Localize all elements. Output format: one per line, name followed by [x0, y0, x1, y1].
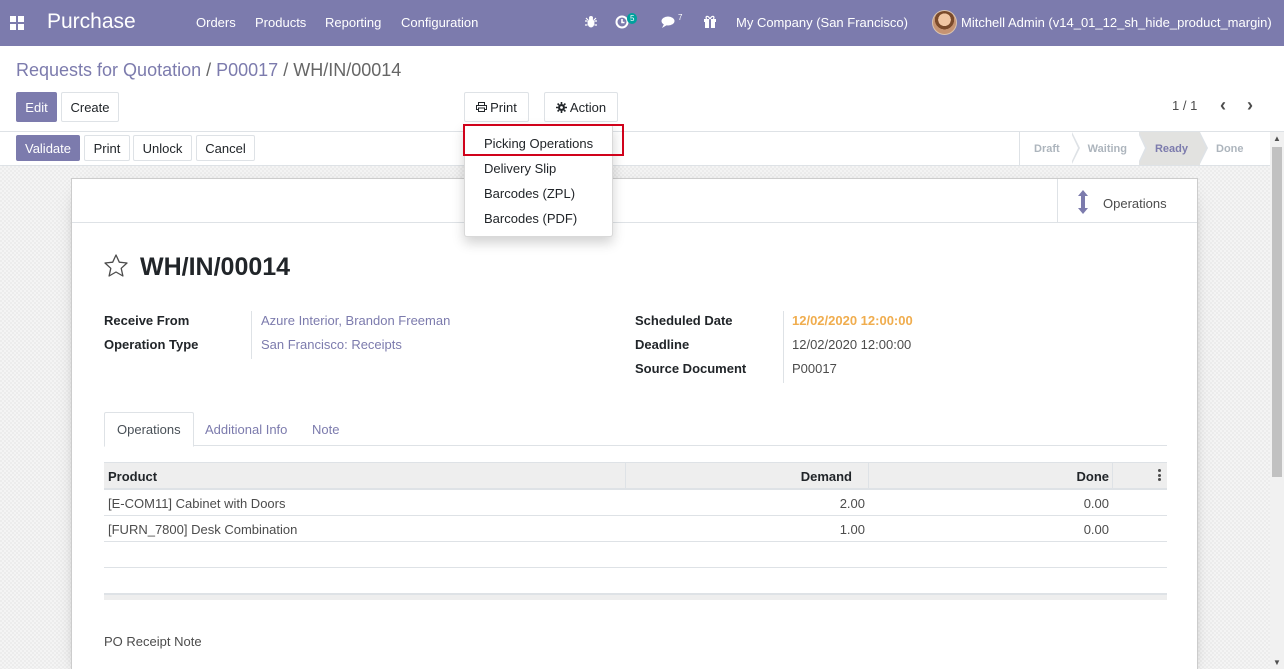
messages-icon[interactable] — [661, 16, 675, 28]
action-menu-button[interactable]: Action — [544, 92, 618, 122]
operations-smart-button[interactable]: Operations — [1057, 179, 1197, 223]
column-product[interactable]: Product — [108, 469, 157, 484]
row-demand: 2.00 — [839, 496, 865, 511]
deadline-label: Deadline — [635, 337, 690, 352]
user-menu[interactable]: Mitchell Admin (v14_01_12_sh_hide_produc… — [961, 15, 1272, 30]
scheduled-date-value: 12/02/2020 12:00:00 — [792, 313, 913, 328]
scroll-up-icon[interactable]: ▲ — [1273, 134, 1281, 143]
edit-button[interactable]: Edit — [16, 92, 57, 122]
menu-item-barcodes-zpl[interactable]: Barcodes (ZPL) — [465, 181, 612, 206]
table-empty-row — [104, 568, 1167, 594]
notebook-tabs: Operations Additional Info Note — [104, 412, 1167, 447]
action-menu-label: Action — [569, 99, 607, 115]
optional-columns-icon[interactable] — [1158, 469, 1161, 481]
create-button[interactable]: Create — [61, 92, 119, 122]
up-down-arrow-icon — [1078, 190, 1088, 214]
table-row[interactable]: [FURN_7800] Desk Combination 1.00 0.00 — [104, 516, 1167, 542]
pager-value[interactable]: 1 / 1 — [1172, 98, 1197, 113]
breadcrumb-current: WH/IN/00014 — [293, 60, 402, 80]
star-icon[interactable] — [103, 253, 129, 279]
message-count: 7 — [678, 13, 683, 22]
stage-label: Draft — [1034, 142, 1060, 155]
scroll-down-icon[interactable]: ▼ — [1273, 658, 1281, 667]
activity-count-badge: 5 — [627, 13, 638, 24]
unlock-button[interactable]: Unlock — [133, 135, 192, 161]
field-divider — [783, 311, 784, 383]
stage-waiting[interactable]: Waiting — [1072, 132, 1147, 165]
receive-from-value[interactable]: Azure Interior, Brandon Freeman — [261, 313, 450, 328]
tab-operations[interactable]: Operations — [104, 412, 194, 447]
breadcrumb-separator: / — [206, 60, 212, 80]
scrollbar-thumb[interactable] — [1272, 147, 1282, 477]
source-document-value: P00017 — [792, 361, 837, 376]
column-demand[interactable]: Demand — [801, 469, 852, 484]
breadcrumb: Requests for Quotation / P00017/WH/IN/0001… — [16, 60, 401, 81]
breadcrumb-separator: / — [283, 60, 289, 80]
breadcrumb-po-link[interactable]: P00017 — [216, 60, 278, 80]
tab-additional-info[interactable]: Additional Info — [193, 412, 299, 446]
form-statusbar: Validate Print Unlock Cancel Draft Waiti… — [0, 132, 1270, 166]
menu-item-delivery-slip[interactable]: Delivery Slip — [465, 156, 612, 181]
stage-ready[interactable]: Ready — [1138, 132, 1209, 165]
app-name[interactable]: Purchase — [47, 10, 136, 34]
pager-next-icon[interactable]: › — [1247, 95, 1253, 116]
tab-note[interactable]: Note — [300, 412, 351, 446]
row-done: 0.00 — [1083, 496, 1109, 511]
print-menu-button[interactable]: Print — [464, 92, 529, 122]
control-panel: Requests for Quotation / P00017/WH/IN/0001… — [0, 46, 1284, 132]
record-title: WH/IN/00014 — [140, 253, 291, 281]
table-empty-row — [104, 542, 1167, 568]
print-menu-label: Print — [490, 99, 517, 115]
print-button[interactable]: Print — [84, 135, 130, 161]
stage-draft[interactable]: Draft — [1020, 132, 1080, 165]
menu-orders[interactable]: Orders — [196, 15, 236, 30]
row-done: 0.00 — [1083, 522, 1109, 537]
menu-products[interactable]: Products — [255, 15, 306, 30]
bug-icon[interactable] — [585, 15, 597, 29]
menu-item-barcodes-pdf[interactable]: Barcodes (PDF) — [465, 206, 612, 231]
row-demand: 1.00 — [839, 522, 865, 537]
validate-button[interactable]: Validate — [16, 135, 80, 161]
operation-type-label: Operation Type — [104, 337, 199, 352]
printer-icon — [476, 102, 488, 112]
row-product: [FURN_7800] Desk Combination — [108, 522, 298, 537]
table-row[interactable]: [E-COM11] Cabinet with Doors 2.00 0.00 — [104, 490, 1167, 516]
pager-previous-icon[interactable]: ‹ — [1220, 95, 1226, 116]
stage-done[interactable]: Done — [1200, 132, 1256, 165]
scheduled-date-label: Scheduled Date — [635, 313, 733, 328]
menu-reporting[interactable]: Reporting — [325, 15, 381, 30]
top-navbar: Purchase Orders Products Reporting Confi… — [0, 0, 1284, 46]
vertical-scrollbar[interactable]: ▲ ▼ — [1270, 132, 1284, 669]
breadcrumb-rfq-link[interactable]: Requests for Quotation — [16, 60, 201, 80]
receive-from-label: Receive From — [104, 313, 190, 328]
print-dropdown-menu: Picking Operations Delivery Slip Barcode… — [464, 124, 613, 237]
apps-menu-icon[interactable] — [10, 16, 24, 30]
deadline-value: 12/02/2020 12:00:00 — [792, 337, 912, 352]
receipt-note: PO Receipt Note — [104, 634, 202, 649]
gear-icon — [555, 101, 567, 113]
company-switcher[interactable]: My Company (San Francisco) — [736, 15, 908, 30]
source-document-label: Source Document — [635, 361, 747, 376]
status-stages: Draft Waiting Ready Done — [1019, 132, 1256, 165]
menu-configuration[interactable]: Configuration — [401, 15, 478, 30]
form-sheet: Operations WH/IN/00014 Receive From Oper… — [71, 178, 1198, 669]
smart-button-box: Operations — [72, 179, 1197, 223]
gift-icon[interactable] — [703, 14, 717, 28]
row-product: [E-COM11] Cabinet with Doors — [108, 496, 286, 511]
stage-label: Ready — [1154, 142, 1189, 155]
operations-smart-button-label: Operations — [1103, 196, 1167, 211]
stage-label: Waiting — [1087, 142, 1127, 155]
column-done[interactable]: Done — [1077, 469, 1110, 484]
stage-label: Done — [1216, 142, 1244, 155]
operation-type-value[interactable]: San Francisco: Receipts — [261, 337, 402, 352]
cancel-button[interactable]: Cancel — [196, 135, 255, 161]
menu-item-picking-operations[interactable]: Picking Operations — [465, 131, 612, 156]
table-footer — [104, 594, 1167, 600]
user-avatar[interactable] — [932, 10, 957, 35]
table-header: Product Demand Done — [104, 462, 1167, 490]
field-divider — [251, 311, 252, 359]
